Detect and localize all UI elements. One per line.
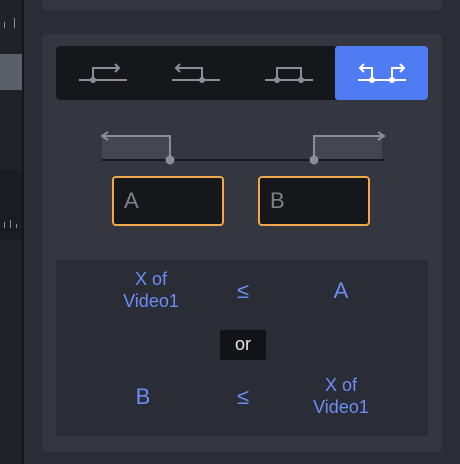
mode-step-up-button[interactable] xyxy=(56,46,149,100)
mode-segmented-control xyxy=(56,46,428,100)
mode-double-step-button[interactable] xyxy=(335,46,428,100)
row2-right-operand: X of Video1 xyxy=(313,375,369,417)
value-b-input[interactable] xyxy=(258,176,370,226)
panel-divider xyxy=(22,0,24,464)
upper-panel xyxy=(42,0,442,10)
ruler-tick xyxy=(10,220,11,228)
row1-operator: ≤ xyxy=(236,278,250,303)
condition-expression: X of Video1 ≤ A or B ≤ X of Video1 xyxy=(56,260,428,436)
selected-track[interactable] xyxy=(0,54,22,90)
value-a-input[interactable] xyxy=(112,176,224,226)
track-block xyxy=(0,170,22,240)
handle-a[interactable] xyxy=(165,155,175,165)
step-up-icon xyxy=(78,63,127,83)
or-conjunction: or xyxy=(220,330,266,360)
pulse-icon xyxy=(264,67,313,83)
left-timeline-strip xyxy=(0,0,22,464)
mode-step-down-button[interactable] xyxy=(149,46,242,100)
handle-b[interactable] xyxy=(309,155,319,165)
ruler-tick xyxy=(16,224,17,228)
mode-pulse-button[interactable] xyxy=(242,46,335,100)
condition-panel: X of Video1 ≤ A or B ≤ X of Video1 xyxy=(42,34,442,452)
ruler-tick xyxy=(4,22,5,28)
row2-operator: ≤ xyxy=(236,384,250,409)
ruler-tick xyxy=(14,18,15,28)
ruler-tick xyxy=(4,222,5,228)
step-down-icon xyxy=(171,63,220,83)
row1-left-operand: X of Video1 xyxy=(123,269,179,311)
row2-left-operand: B xyxy=(135,384,151,409)
range-diagram xyxy=(100,131,386,165)
double-step-icon xyxy=(357,63,406,83)
row1-right-operand: A xyxy=(333,278,349,303)
